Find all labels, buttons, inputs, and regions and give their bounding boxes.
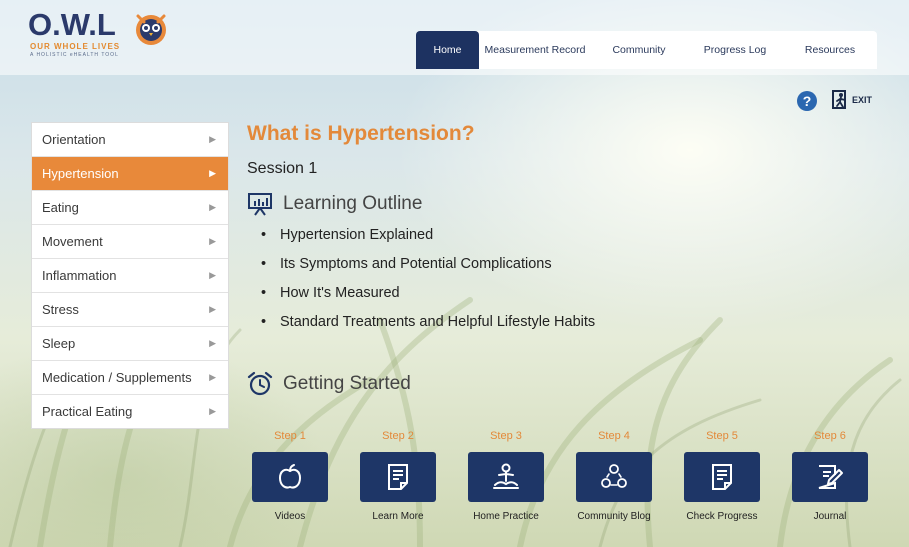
tab-community[interactable]: Community <box>591 31 687 69</box>
sidebar-item-eating[interactable]: Eating ▶ <box>32 191 228 225</box>
exit-door-icon <box>832 90 846 109</box>
exit-button[interactable]: EXIT <box>832 88 872 112</box>
sidebar-item-label: Practical Eating <box>42 404 133 419</box>
step-2: Step 2 Learn More <box>358 428 438 523</box>
sidebar-item-label: Sleep <box>42 336 76 351</box>
checklist-icon <box>712 464 732 490</box>
chevron-right-icon: ▶ <box>209 304 216 314</box>
step-5: Step 5 Check Progress <box>682 428 762 523</box>
learning-outline-header: Learning Outline <box>247 192 422 216</box>
tab-measurement-record[interactable]: Measurement Record <box>479 31 591 69</box>
sidebar-item-label: Movement <box>42 234 103 249</box>
apple-icon <box>278 464 302 489</box>
sidebar-item-movement[interactable]: Movement ▶ <box>32 225 228 259</box>
step-number: Step 5 <box>706 430 738 442</box>
step-caption: Journal <box>813 511 847 522</box>
step-number: Step 2 <box>382 430 414 442</box>
sidebar-item-orientation[interactable]: Orientation ▶ <box>32 123 228 157</box>
document-icon <box>388 464 408 490</box>
sidebar-item-label: Eating <box>42 200 79 215</box>
learning-outline-heading: Learning Outline <box>283 193 423 214</box>
sidebar-item-inflammation[interactable]: Inflammation ▶ <box>32 259 228 293</box>
step-number: Step 4 <box>598 430 630 442</box>
sidebar: Orientation ▶ Hypertension ▶ Eating ▶ Mo… <box>31 122 229 429</box>
sidebar-item-sleep[interactable]: Sleep ▶ <box>32 327 228 361</box>
check-progress-button[interactable] <box>684 452 760 502</box>
logo-text: O.W.L <box>28 7 116 42</box>
sidebar-item-label: Orientation <box>42 132 106 147</box>
sidebar-item-label: Inflammation <box>42 268 117 283</box>
learning-outline-list: Hypertension Explained Its Symptoms and … <box>261 227 595 343</box>
community-icon <box>601 464 627 488</box>
meditation-icon <box>493 463 519 489</box>
session-label: Session 1 <box>247 160 318 177</box>
sidebar-item-label: Stress <box>42 302 79 317</box>
chevron-right-icon: ▶ <box>209 270 216 280</box>
step-number: Step 3 <box>490 430 522 442</box>
sidebar-item-hypertension[interactable]: Hypertension ▶ <box>32 157 228 191</box>
step-number: Step 1 <box>274 430 306 442</box>
step-6: Step 6 Journal <box>790 428 870 523</box>
step-number: Step 6 <box>814 430 846 442</box>
owl-icon <box>136 14 166 45</box>
list-item: Its Symptoms and Potential Complications <box>261 256 595 285</box>
page-title: What is Hypertension? <box>247 122 475 145</box>
sidebar-item-label: Medication / Supplements <box>42 370 192 385</box>
app-root: O.W.L OUR WHOLE LIVES A HOLISTIC eHEALTH… <box>0 0 909 547</box>
top-nav: Home Measurement Record Community Progre… <box>416 31 877 69</box>
videos-button[interactable] <box>252 452 328 502</box>
chevron-right-icon: ▶ <box>209 406 216 416</box>
sidebar-item-label: Hypertension <box>42 166 119 181</box>
sidebar-item-medication-supplements[interactable]: Medication / Supplements ▶ <box>32 361 228 395</box>
step-caption: Videos <box>274 511 306 522</box>
chevron-right-icon: ▶ <box>209 134 216 144</box>
journal-button[interactable] <box>792 452 868 502</box>
step-caption: Learn More <box>372 511 424 522</box>
tab-progress-log[interactable]: Progress Log <box>687 31 783 69</box>
chevron-right-icon: ▶ <box>209 236 216 246</box>
alarm-clock-icon <box>247 371 273 396</box>
chevron-right-icon: ▶ <box>209 202 216 212</box>
list-item: Standard Treatments and Helpful Lifestyl… <box>261 314 595 343</box>
journal-icon <box>818 465 843 489</box>
step-4: Step 4 Community Blog <box>574 428 654 523</box>
logo-subtagline: A HOLISTIC eHEALTH TOOL <box>30 52 119 58</box>
owl-logo[interactable]: O.W.L OUR WHOLE LIVES A HOLISTIC eHEALTH… <box>28 8 178 66</box>
help-icon[interactable]: ? <box>797 91 817 111</box>
exit-label: EXIT <box>852 95 873 105</box>
community-blog-button[interactable] <box>576 452 652 502</box>
chevron-right-icon: ▶ <box>209 372 216 382</box>
chevron-right-icon: ▶ <box>209 168 216 178</box>
step-1: Step 1 Videos <box>250 428 330 523</box>
sidebar-item-practical-eating[interactable]: Practical Eating ▶ <box>32 395 228 428</box>
chevron-right-icon: ▶ <box>209 338 216 348</box>
presentation-board-icon <box>248 193 272 216</box>
learn-more-button[interactable] <box>360 452 436 502</box>
sidebar-item-stress[interactable]: Stress ▶ <box>32 293 228 327</box>
getting-started-heading: Getting Started <box>283 373 411 394</box>
getting-started-header: Getting Started <box>247 371 411 397</box>
list-item: How It's Measured <box>261 285 595 314</box>
step-3: Step 3 Home Practice <box>466 428 546 523</box>
home-practice-button[interactable] <box>468 452 544 502</box>
step-caption: Community Blog <box>577 511 651 522</box>
tab-home[interactable]: Home <box>416 31 479 69</box>
tab-resources[interactable]: Resources <box>783 31 877 69</box>
step-caption: Check Progress <box>686 511 758 522</box>
step-caption: Home Practice <box>473 511 539 522</box>
list-item: Hypertension Explained <box>261 227 595 256</box>
logo-tagline: OUR WHOLE LIVES <box>30 42 121 51</box>
